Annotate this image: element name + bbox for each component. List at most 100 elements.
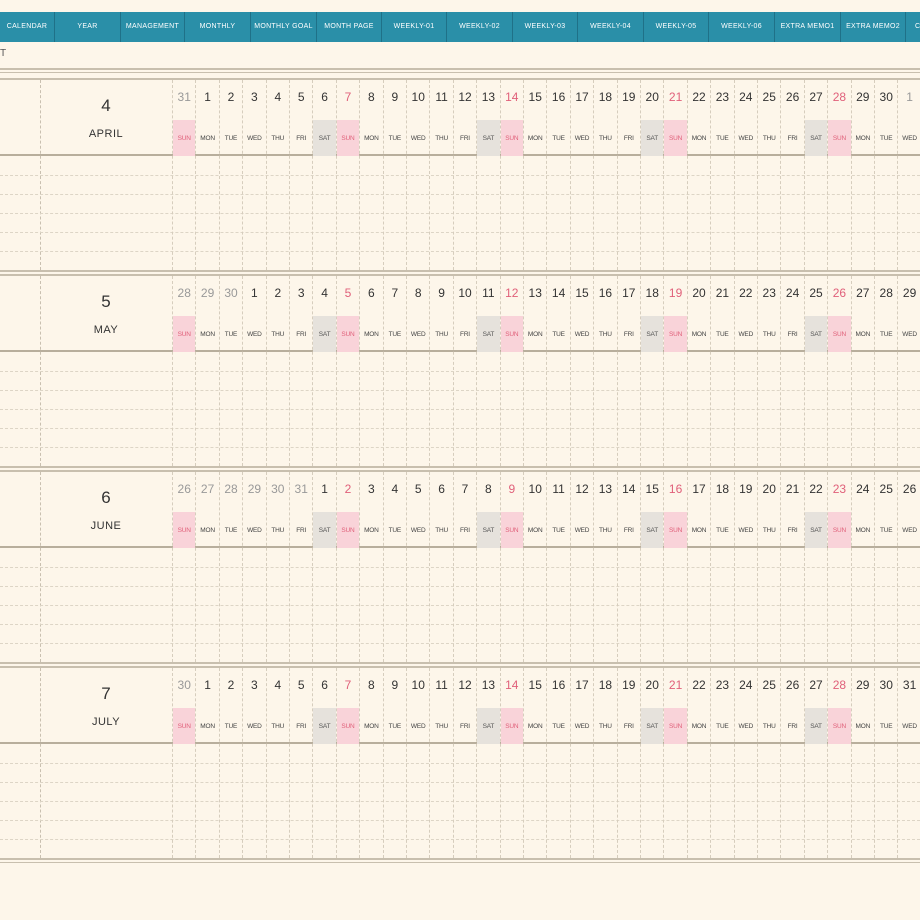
day-column[interactable]: 19 FRI bbox=[616, 80, 640, 270]
day-column[interactable]: 11 SAT bbox=[476, 276, 500, 466]
day-column[interactable]: 9 THU bbox=[429, 276, 452, 466]
day-column[interactable]: 26 SUN bbox=[172, 472, 196, 662]
day-column[interactable]: 27 MON bbox=[195, 472, 218, 662]
day-column[interactable]: 5 FRI bbox=[289, 668, 312, 858]
day-column[interactable]: 1 WED bbox=[242, 276, 265, 466]
day-column[interactable]: 3 WED bbox=[242, 668, 265, 858]
tab-weekly-05[interactable]: WEEKLY-05 bbox=[644, 12, 709, 42]
day-column[interactable]: 27 MON bbox=[850, 276, 874, 466]
day-column[interactable]: 1 SAT bbox=[312, 472, 336, 662]
day-column[interactable]: 25 SAT bbox=[803, 276, 828, 466]
day-column[interactable]: 30 TUE bbox=[874, 668, 897, 858]
day-column[interactable]: 19 FRI bbox=[616, 668, 640, 858]
day-column[interactable]: 21 SUN bbox=[663, 668, 687, 858]
day-column[interactable]: 10 WED bbox=[406, 668, 429, 858]
day-column[interactable]: 2 TUE bbox=[218, 80, 242, 270]
day-column[interactable]: 17 MON bbox=[686, 472, 710, 662]
day-column[interactable]: 18 TUE bbox=[710, 472, 733, 662]
day-column[interactable]: 9 TUE bbox=[382, 668, 406, 858]
day-column[interactable]: 27 SAT bbox=[803, 668, 828, 858]
day-column[interactable]: 3 WED bbox=[242, 80, 265, 270]
day-column[interactable]: 20 SAT bbox=[640, 80, 664, 270]
day-column[interactable]: 14 FRI bbox=[616, 472, 640, 662]
day-column[interactable]: 25 TUE bbox=[874, 472, 897, 662]
day-column[interactable]: 5 WED bbox=[406, 472, 429, 662]
day-column[interactable]: 21 TUE bbox=[710, 276, 733, 466]
day-column[interactable]: 17 WED bbox=[569, 80, 593, 270]
day-column[interactable]: 8 MON bbox=[359, 668, 382, 858]
day-column[interactable]: 6 THU bbox=[429, 472, 452, 662]
day-column[interactable]: 22 SAT bbox=[803, 472, 828, 662]
day-column[interactable]: 29 WED bbox=[897, 276, 920, 466]
day-column[interactable]: 14 TUE bbox=[546, 276, 569, 466]
day-column[interactable]: 27 SAT bbox=[803, 80, 828, 270]
day-column[interactable]: 12 FRI bbox=[452, 80, 476, 270]
day-column[interactable]: 21 FRI bbox=[780, 472, 803, 662]
tab-monthly[interactable]: MONTHLY bbox=[185, 12, 251, 42]
tab-management[interactable]: MANAGEMENT bbox=[121, 12, 185, 42]
tab-weekly-03[interactable]: WEEKLY-03 bbox=[513, 12, 578, 42]
day-column[interactable]: 6 SAT bbox=[312, 80, 336, 270]
day-column[interactable]: 11 THU bbox=[429, 80, 452, 270]
day-column[interactable]: 12 WED bbox=[569, 472, 593, 662]
day-column[interactable]: 7 TUE bbox=[382, 276, 406, 466]
day-column[interactable]: 20 MON bbox=[686, 276, 710, 466]
day-column[interactable]: 8 SAT bbox=[476, 472, 500, 662]
day-column[interactable]: 16 SUN bbox=[663, 472, 687, 662]
day-column[interactable]: 13 SAT bbox=[476, 668, 500, 858]
day-column[interactable]: 29 WED bbox=[242, 472, 265, 662]
day-column[interactable]: 22 MON bbox=[686, 668, 710, 858]
day-column[interactable]: 13 SAT bbox=[476, 80, 500, 270]
day-column[interactable]: 13 THU bbox=[593, 472, 616, 662]
day-column[interactable]: 23 TUE bbox=[710, 668, 733, 858]
day-column[interactable]: 20 SAT bbox=[640, 668, 664, 858]
day-column[interactable]: 14 SUN bbox=[499, 80, 523, 270]
day-column[interactable]: 9 SUN bbox=[499, 472, 523, 662]
tab-weekly-04[interactable]: WEEKLY-04 bbox=[578, 12, 644, 42]
day-column[interactable]: 26 SUN bbox=[827, 276, 851, 466]
day-column[interactable]: 23 THU bbox=[757, 276, 780, 466]
day-column[interactable]: 23 TUE bbox=[710, 80, 733, 270]
day-column[interactable]: 10 MON bbox=[523, 472, 546, 662]
day-column[interactable]: 9 TUE bbox=[382, 80, 406, 270]
day-column[interactable]: 26 WED bbox=[897, 472, 920, 662]
day-column[interactable]: 31 SUN bbox=[172, 80, 196, 270]
day-column[interactable]: 22 MON bbox=[686, 80, 710, 270]
tab-weekly-06[interactable]: WEEKLY-06 bbox=[709, 12, 775, 42]
tab-monthly-goal[interactable]: MONTHLY GOAL bbox=[251, 12, 317, 42]
day-column[interactable]: 2 SUN bbox=[335, 472, 360, 662]
day-column[interactable]: 21 SUN bbox=[663, 80, 687, 270]
day-column[interactable]: 6 MON bbox=[359, 276, 382, 466]
day-column[interactable]: 11 TUE bbox=[546, 472, 569, 662]
day-column[interactable]: 17 FRI bbox=[616, 276, 640, 466]
day-column[interactable]: 15 MON bbox=[523, 80, 546, 270]
day-column[interactable]: 19 SUN bbox=[663, 276, 687, 466]
day-column[interactable]: 1 WED bbox=[897, 80, 920, 270]
day-column[interactable]: 24 FRI bbox=[780, 276, 803, 466]
day-column[interactable]: 7 SUN bbox=[335, 80, 360, 270]
day-column[interactable]: 26 FRI bbox=[780, 668, 803, 858]
day-column[interactable]: 28 TUE bbox=[218, 472, 242, 662]
day-column[interactable]: 22 WED bbox=[733, 276, 757, 466]
day-column[interactable]: 26 FRI bbox=[780, 80, 803, 270]
day-column[interactable]: 29 MON bbox=[850, 668, 874, 858]
day-column[interactable]: 16 TUE bbox=[546, 80, 569, 270]
tab-extra-memo1[interactable]: EXTRA MEMO1 bbox=[775, 12, 841, 42]
day-column[interactable]: 28 SUN bbox=[827, 80, 851, 270]
day-column[interactable]: 7 FRI bbox=[452, 472, 476, 662]
day-column[interactable]: 3 MON bbox=[359, 472, 382, 662]
tab-extra-memo2[interactable]: EXTRA MEMO2 bbox=[841, 12, 906, 42]
day-column[interactable]: 15 MON bbox=[523, 668, 546, 858]
day-column[interactable]: 4 SAT bbox=[312, 276, 336, 466]
day-column[interactable]: 7 SUN bbox=[335, 668, 360, 858]
day-column[interactable]: 16 TUE bbox=[546, 668, 569, 858]
day-column[interactable]: 18 THU bbox=[593, 668, 616, 858]
tab-co[interactable]: CO bbox=[906, 12, 920, 42]
tab-weekly-02[interactable]: WEEKLY-02 bbox=[447, 12, 513, 42]
tab-calendar[interactable]: CALENDAR bbox=[0, 12, 55, 42]
day-column[interactable]: 8 MON bbox=[359, 80, 382, 270]
day-column[interactable]: 20 THU bbox=[757, 472, 780, 662]
day-column[interactable]: 18 SAT bbox=[640, 276, 664, 466]
day-column[interactable]: 15 WED bbox=[569, 276, 593, 466]
day-column[interactable]: 4 TUE bbox=[382, 472, 406, 662]
